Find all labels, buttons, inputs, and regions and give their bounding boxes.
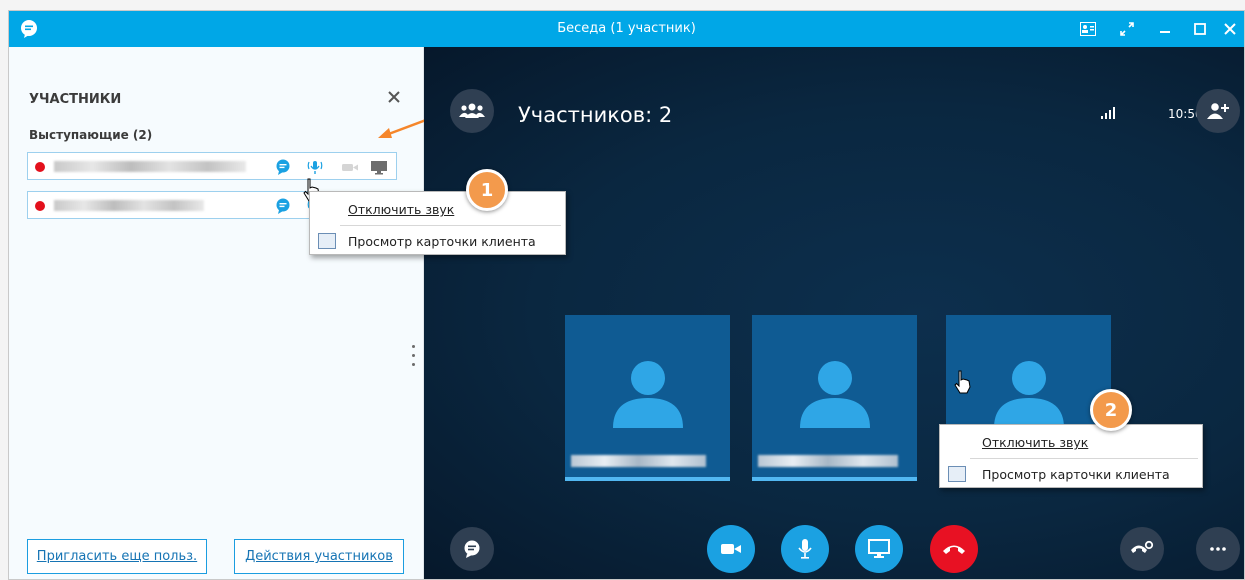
phone-settings-icon	[1131, 540, 1154, 553]
people-icon	[459, 103, 485, 118]
panel-heading: УЧАСТНИКИ	[29, 92, 122, 107]
contact-card-icon	[948, 466, 966, 482]
avatar-placeholder-icon	[613, 361, 683, 428]
active-speaker-bar	[752, 477, 917, 481]
conversation-window: Беседа (1 участник) УЧАСТНИКИ Выступающи…	[8, 10, 1245, 580]
ellipsis-icon	[1210, 547, 1226, 551]
microphone-icon	[798, 539, 812, 559]
hand-cursor-icon	[952, 369, 974, 399]
call-controls-button[interactable]	[1120, 527, 1164, 571]
camera-icon	[721, 544, 741, 554]
contact-card-icon	[318, 233, 336, 249]
participant-actions-button[interactable]: Действия участников	[234, 539, 404, 574]
tile-context-menu: Отключить звук Просмотр карточки клиента	[939, 424, 1203, 488]
participant-video-tile[interactable]	[565, 315, 730, 481]
video-stage: Участников: 2 10:50	[424, 47, 1244, 579]
mute-button[interactable]	[781, 525, 829, 573]
video-icon	[341, 158, 359, 176]
resize-grip-icon[interactable]	[412, 342, 416, 378]
mute-menu-item[interactable]: Отключить звук	[940, 427, 1202, 457]
step-callout-badge: 1	[466, 169, 508, 211]
more-options-button[interactable]	[1196, 527, 1240, 571]
participant-name-redacted	[571, 455, 706, 467]
minimize-icon[interactable]	[1154, 18, 1176, 40]
participant-context-menu: Отключить звук Просмотр карточки клиента	[309, 191, 566, 255]
signal-strength-icon	[1100, 105, 1116, 124]
step-callout-badge: 2	[1090, 389, 1132, 431]
close-panel-icon[interactable]	[384, 87, 404, 107]
chat-icon[interactable]	[274, 158, 292, 176]
audio-active-icon[interactable]	[306, 158, 324, 176]
invite-more-people-button[interactable]: Пригласить еще польз.	[27, 539, 207, 574]
participants-toggle-button[interactable]	[450, 89, 494, 133]
screen-share-icon	[370, 158, 388, 176]
presence-status-icon	[35, 201, 45, 211]
hang-up-phone-icon	[943, 545, 965, 554]
presenters-label: Выступающие (2)	[29, 128, 153, 142]
window-title: Беседа (1 участник)	[557, 21, 696, 36]
participant-name-redacted	[758, 455, 898, 467]
presence-status-icon	[35, 162, 45, 172]
participant-name-redacted	[54, 161, 246, 172]
participant-name-redacted	[54, 200, 204, 211]
hang-up-button[interactable]	[930, 525, 978, 573]
view-contact-card-menu-item[interactable]: Просмотр карточки клиента	[310, 226, 565, 256]
fullscreen-icon[interactable]	[1116, 18, 1138, 40]
maximize-icon[interactable]	[1189, 18, 1211, 40]
avatar-placeholder-icon	[800, 361, 870, 428]
chat-icon	[464, 540, 480, 558]
mute-menu-item[interactable]: Отключить звук	[310, 194, 565, 224]
participant-video-tile[interactable]	[752, 315, 917, 481]
participant-row[interactable]	[27, 152, 397, 180]
view-contact-card-menu-item[interactable]: Просмотр карточки клиента	[940, 459, 1202, 489]
title-bar: Беседа (1 участник)	[9, 11, 1244, 47]
monitor-icon	[868, 539, 890, 558]
participants-panel: УЧАСТНИКИ Выступающие (2) Пригласить еще…	[9, 47, 424, 579]
add-participant-button[interactable]	[1196, 89, 1240, 133]
present-button[interactable]	[855, 525, 903, 573]
participants-count: Участников: 2	[518, 103, 673, 127]
chat-icon[interactable]	[274, 197, 292, 215]
avatar-placeholder-icon	[994, 361, 1064, 428]
chat-button[interactable]	[450, 527, 494, 571]
close-icon[interactable]	[1219, 18, 1241, 40]
active-speaker-bar	[565, 477, 730, 481]
video-button[interactable]	[707, 525, 755, 573]
contact-card-icon[interactable]	[1077, 18, 1099, 40]
add-person-icon	[1207, 103, 1229, 119]
